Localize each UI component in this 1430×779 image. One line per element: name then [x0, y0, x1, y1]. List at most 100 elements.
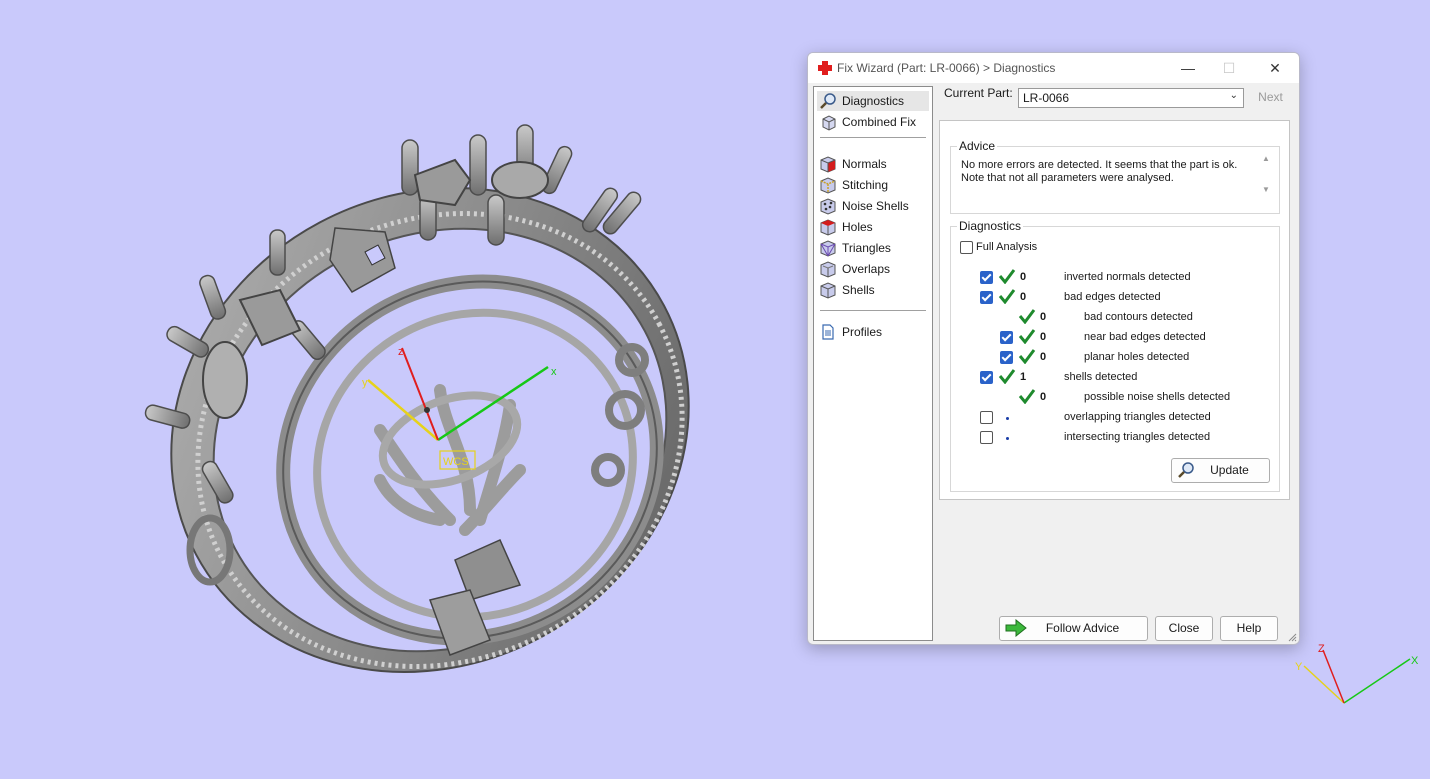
stitching-cube-icon — [820, 177, 836, 194]
corner-z-label: Z — [1318, 643, 1325, 655]
holes-cube-icon — [820, 219, 836, 236]
diagnostics-group: Diagnostics Full Analysis 0 inverted nor… — [950, 219, 1280, 492]
axis-y-label: y — [362, 377, 368, 389]
bad-contours-count: 0 — [1040, 311, 1047, 323]
nav-separator — [820, 137, 926, 138]
green-check-icon — [998, 289, 1016, 304]
close-window-button[interactable]: ✕ — [1252, 53, 1298, 83]
overlapping-triangles-checkbox[interactable] — [980, 411, 993, 424]
follow-advice-button[interactable]: Follow Advice — [999, 616, 1148, 641]
next-button[interactable]: Next — [1250, 88, 1291, 107]
title-bar[interactable]: Fix Wizard (Part: LR-0066) > Diagnostics… — [808, 53, 1299, 83]
current-part-value: LR-0066 — [1023, 91, 1070, 105]
nav-label: Stitching — [842, 178, 889, 192]
not-analysed-dot-icon — [1006, 437, 1009, 440]
advice-title: Advice — [957, 139, 998, 153]
noise-shells-label: possible noise shells detected — [1084, 391, 1231, 403]
advice-line-1: No more errors are detected. It seems th… — [961, 159, 1238, 171]
nav-label: Overlaps — [842, 262, 891, 276]
nav-separator — [820, 310, 926, 311]
corner-y-label: Y — [1295, 661, 1303, 673]
resize-grip-icon[interactable] — [1287, 632, 1297, 642]
dialog-title: Fix Wizard (Part: LR-0066) > Diagnostics — [837, 61, 1056, 75]
intersecting-triangles-checkbox[interactable] — [980, 431, 993, 444]
shells-count: 1 — [1020, 371, 1027, 383]
nav-item-shells[interactable]: Shells — [817, 280, 929, 300]
planar-holes-label: planar holes detected — [1084, 351, 1190, 363]
bad-edges-checkbox[interactable] — [980, 291, 993, 304]
overlaps-cube-icon — [820, 261, 836, 278]
magnifier-icon — [820, 93, 836, 109]
advice-text: No more errors are detected. It seems th… — [961, 159, 1251, 185]
diagnostics-panel: Advice No more errors are detected. It s… — [939, 120, 1290, 500]
diagnostics-title: Diagnostics — [957, 219, 1024, 233]
update-label: Update — [1210, 463, 1249, 477]
nav-label: Profiles — [842, 325, 883, 339]
magnifier-icon — [1178, 462, 1194, 478]
inverted-normals-checkbox[interactable] — [980, 271, 993, 284]
close-button[interactable]: Close — [1155, 616, 1213, 641]
corner-axis-triad: X Y Z — [1295, 643, 1419, 704]
wizard-nav-panel: Diagnostics Combined Fix Normals Stitchi… — [813, 86, 933, 641]
nav-item-overlaps[interactable]: Overlaps — [817, 259, 929, 279]
overlapping-triangles-label: overlapping triangles detected — [1064, 411, 1211, 423]
full-analysis-label: Full Analysis — [976, 241, 1038, 253]
ring-model[interactable] — [86, 98, 775, 762]
inverted-normals-label: inverted normals detected — [1064, 271, 1191, 283]
axis-x-label: x — [551, 366, 557, 378]
nav-item-noise-shells[interactable]: Noise Shells — [817, 196, 929, 216]
fix-wizard-dialog: Fix Wizard (Part: LR-0066) > Diagnostics… — [807, 52, 1300, 645]
nav-item-diagnostics[interactable]: Diagnostics — [817, 91, 929, 111]
nav-label: Diagnostics — [842, 94, 905, 108]
scroll-up-icon[interactable]: ▲ — [1262, 154, 1270, 163]
full-analysis-checkbox[interactable] — [960, 241, 973, 254]
bad-contours-label: bad contours detected — [1084, 311, 1193, 323]
scroll-down-icon[interactable]: ▼ — [1262, 185, 1270, 194]
triangles-cube-icon — [820, 240, 836, 257]
nav-item-profiles[interactable]: Profiles — [817, 322, 929, 342]
normals-cube-icon — [820, 156, 836, 173]
nav-item-combined-fix[interactable]: Combined Fix — [817, 112, 929, 132]
wcs-label: WCS — [443, 456, 469, 468]
noise-shells-count: 0 — [1040, 391, 1047, 403]
corner-x-label: X — [1411, 655, 1419, 667]
green-check-icon — [1018, 329, 1036, 344]
nav-item-triangles[interactable]: Triangles — [817, 238, 929, 258]
maximize-button[interactable]: ☐ — [1206, 53, 1252, 83]
noise-shells-icon — [820, 198, 836, 215]
near-bad-edges-count: 0 — [1040, 331, 1047, 343]
planar-holes-count: 0 — [1040, 351, 1047, 363]
near-bad-edges-label: near bad edges detected — [1084, 331, 1206, 343]
minimize-button[interactable]: — — [1165, 53, 1211, 83]
follow-advice-label: Follow Advice — [1045, 621, 1120, 635]
green-check-icon — [998, 269, 1016, 284]
planar-holes-checkbox[interactable] — [1000, 351, 1013, 364]
shells-cube-icon — [820, 282, 836, 299]
nav-item-holes[interactable]: Holes — [817, 217, 929, 237]
chevron-down-icon: ⌄ — [1229, 90, 1238, 101]
nav-label: Triangles — [842, 241, 891, 255]
green-arrow-icon — [1005, 619, 1027, 637]
near-bad-edges-checkbox[interactable] — [1000, 331, 1013, 344]
nav-label: Combined Fix — [842, 115, 917, 129]
update-button[interactable]: Update — [1171, 458, 1270, 483]
inverted-normals-count: 0 — [1020, 271, 1027, 283]
nav-item-normals[interactable]: Normals — [817, 154, 929, 174]
nav-label: Normals — [842, 157, 887, 171]
current-part-select[interactable]: LR-0066 ⌄ — [1018, 88, 1244, 108]
intersecting-triangles-label: intersecting triangles detected — [1064, 431, 1211, 443]
advice-group: Advice No more errors are detected. It s… — [950, 139, 1280, 214]
green-check-icon — [1018, 389, 1036, 404]
axis-z-label: z — [398, 346, 404, 358]
shells-label: shells detected — [1064, 371, 1138, 383]
bad-edges-label: bad edges detected — [1064, 291, 1161, 303]
help-button[interactable]: Help — [1220, 616, 1278, 641]
nav-item-stitching[interactable]: Stitching — [817, 175, 929, 195]
shells-checkbox[interactable] — [980, 371, 993, 384]
cube-stack-icon — [822, 115, 836, 131]
advice-scrollbar[interactable]: ▲ ▼ — [1261, 154, 1273, 198]
current-part-label: Current Part: — [944, 86, 1013, 100]
nav-label: Shells — [842, 283, 875, 297]
not-analysed-dot-icon — [1006, 417, 1009, 420]
bad-edges-count: 0 — [1020, 291, 1027, 303]
